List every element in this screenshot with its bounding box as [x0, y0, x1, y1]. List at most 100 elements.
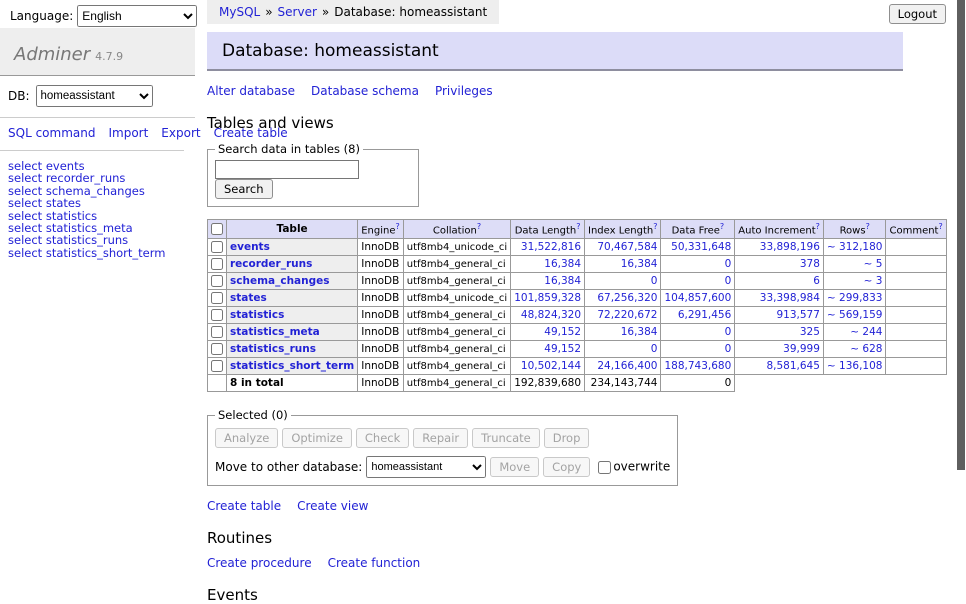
index-length-link[interactable]: 70,467,584: [597, 241, 657, 253]
analyze-button[interactable]: Analyze: [215, 428, 278, 448]
breadcrumb: MySQL»Server»Database: homeassistant: [207, 0, 499, 24]
data-length-link[interactable]: 31,522,816: [521, 241, 581, 253]
copy-button[interactable]: Copy: [543, 457, 590, 477]
db-select[interactable]: homeassistant: [36, 85, 153, 107]
rows-link[interactable]: ~ 244: [850, 326, 882, 338]
breadcrumb-link-mysql[interactable]: MySQL: [219, 5, 260, 19]
row-checkbox[interactable]: [211, 360, 223, 372]
scrollbar[interactable]: [956, 0, 966, 543]
auto-increment-link[interactable]: 39,999: [783, 343, 820, 355]
scrollbar-thumb[interactable]: [957, 0, 965, 470]
breadcrumb-link-server[interactable]: Server: [278, 5, 317, 19]
table-name-link[interactable]: recorder_runs: [230, 258, 312, 270]
database-schema-link[interactable]: Database schema: [311, 84, 419, 98]
data-length-link[interactable]: 16,384: [544, 258, 581, 270]
auto-increment-link[interactable]: 33,898,196: [760, 241, 820, 253]
data-length-link[interactable]: 101,859,328: [514, 292, 581, 304]
auto-increment-link[interactable]: 33,398,984: [760, 292, 820, 304]
search-input[interactable]: [215, 160, 359, 179]
help-link[interactable]: ?: [576, 222, 580, 231]
data-free-link[interactable]: 50,331,648: [671, 241, 731, 253]
create-table-link-bottom[interactable]: Create table: [207, 499, 281, 513]
help-link[interactable]: ?: [396, 222, 400, 231]
table-name-link[interactable]: statistics_meta: [230, 326, 320, 338]
row-checkbox[interactable]: [211, 343, 223, 355]
row-checkbox[interactable]: [211, 309, 223, 321]
sql-command-link[interactable]: SQL command: [8, 126, 95, 140]
data-length-link[interactable]: 16,384: [544, 275, 581, 287]
data-free-link[interactable]: 188,743,680: [664, 360, 731, 372]
help-link[interactable]: ?: [866, 222, 870, 231]
row-checkbox[interactable]: [211, 326, 223, 338]
import-link[interactable]: Import: [108, 126, 148, 140]
row-checkbox[interactable]: [211, 292, 223, 304]
help-link[interactable]: ?: [816, 222, 820, 231]
truncate-button[interactable]: Truncate: [472, 428, 540, 448]
create-procedure-link[interactable]: Create procedure: [207, 556, 312, 570]
drop-button[interactable]: Drop: [544, 428, 590, 448]
help-link[interactable]: ?: [720, 222, 724, 231]
auto-increment-link[interactable]: 8,581,645: [766, 360, 819, 372]
data-length-link[interactable]: 10,502,144: [521, 360, 581, 372]
auto-increment-link[interactable]: 378: [800, 258, 820, 270]
index-length-link[interactable]: 16,384: [621, 326, 658, 338]
move-db-select[interactable]: homeassistant: [366, 456, 486, 478]
row-checkbox[interactable]: [211, 241, 223, 253]
data-length-link[interactable]: 49,152: [544, 326, 581, 338]
rows-link[interactable]: ~ 5: [864, 258, 883, 270]
index-length-link[interactable]: 16,384: [621, 258, 658, 270]
repair-button[interactable]: Repair: [413, 428, 468, 448]
check-button[interactable]: Check: [356, 428, 409, 448]
index-length-link[interactable]: 67,256,320: [597, 292, 657, 304]
export-link[interactable]: Export: [161, 126, 200, 140]
app-title[interactable]: Adminer: [14, 44, 90, 65]
overwrite-checkbox[interactable]: [598, 461, 611, 474]
language-select[interactable]: English: [77, 5, 197, 27]
data-free-link[interactable]: 6,291,456: [678, 309, 731, 321]
comment-cell: [886, 290, 946, 307]
create-view-link[interactable]: Create view: [297, 499, 368, 513]
help-link[interactable]: ?: [938, 222, 942, 231]
help-link[interactable]: ?: [477, 222, 481, 231]
sidebar-select-link[interactable]: select statistics_short_term: [8, 246, 165, 260]
rows-link[interactable]: ~ 628: [850, 343, 882, 355]
table-name-link[interactable]: statistics: [230, 309, 284, 321]
rows-link[interactable]: ~ 3: [864, 275, 883, 287]
table-name-link[interactable]: events: [230, 241, 270, 253]
rows-link[interactable]: ~ 312,180: [827, 241, 883, 253]
comment-cell: [886, 273, 946, 290]
table-name-link[interactable]: states: [230, 292, 267, 304]
data-free-link[interactable]: 0: [725, 343, 732, 355]
index-length-link[interactable]: 0: [651, 275, 658, 287]
privileges-link[interactable]: Privileges: [435, 84, 493, 98]
data-free-link[interactable]: 104,857,600: [664, 292, 731, 304]
data-free-link[interactable]: 0: [725, 258, 732, 270]
row-check-cell: [208, 273, 227, 290]
create-function-link[interactable]: Create function: [328, 556, 421, 570]
data-length-link[interactable]: 48,824,320: [521, 309, 581, 321]
table-name-link[interactable]: schema_changes: [230, 275, 330, 287]
auto-increment-link[interactable]: 6: [813, 275, 820, 287]
data-free-link[interactable]: 0: [725, 275, 732, 287]
data-length-link[interactable]: 49,152: [544, 343, 581, 355]
index-length-link[interactable]: 72,220,672: [597, 309, 657, 321]
help-link[interactable]: ?: [653, 222, 657, 231]
app-version: 4.7.9: [95, 50, 123, 63]
auto-increment-link[interactable]: 913,577: [777, 309, 820, 321]
rows-link[interactable]: ~ 299,833: [827, 292, 883, 304]
move-button[interactable]: Move: [490, 457, 539, 477]
data-free-link[interactable]: 0: [725, 326, 732, 338]
row-checkbox[interactable]: [211, 275, 223, 287]
optimize-button[interactable]: Optimize: [282, 428, 352, 448]
alter-database-link[interactable]: Alter database: [207, 84, 295, 98]
table-name-link[interactable]: statistics_runs: [230, 343, 316, 355]
search-button[interactable]: Search: [215, 179, 273, 199]
rows-link[interactable]: ~ 569,159: [827, 309, 883, 321]
auto-increment-link[interactable]: 325: [800, 326, 820, 338]
table-name-link[interactable]: statistics_short_term: [230, 360, 354, 372]
index-length-link[interactable]: 24,166,400: [597, 360, 657, 372]
select-all-checkbox[interactable]: [211, 223, 223, 235]
index-length-link[interactable]: 0: [651, 343, 658, 355]
rows-link[interactable]: ~ 136,108: [827, 360, 883, 372]
row-checkbox[interactable]: [211, 258, 223, 270]
